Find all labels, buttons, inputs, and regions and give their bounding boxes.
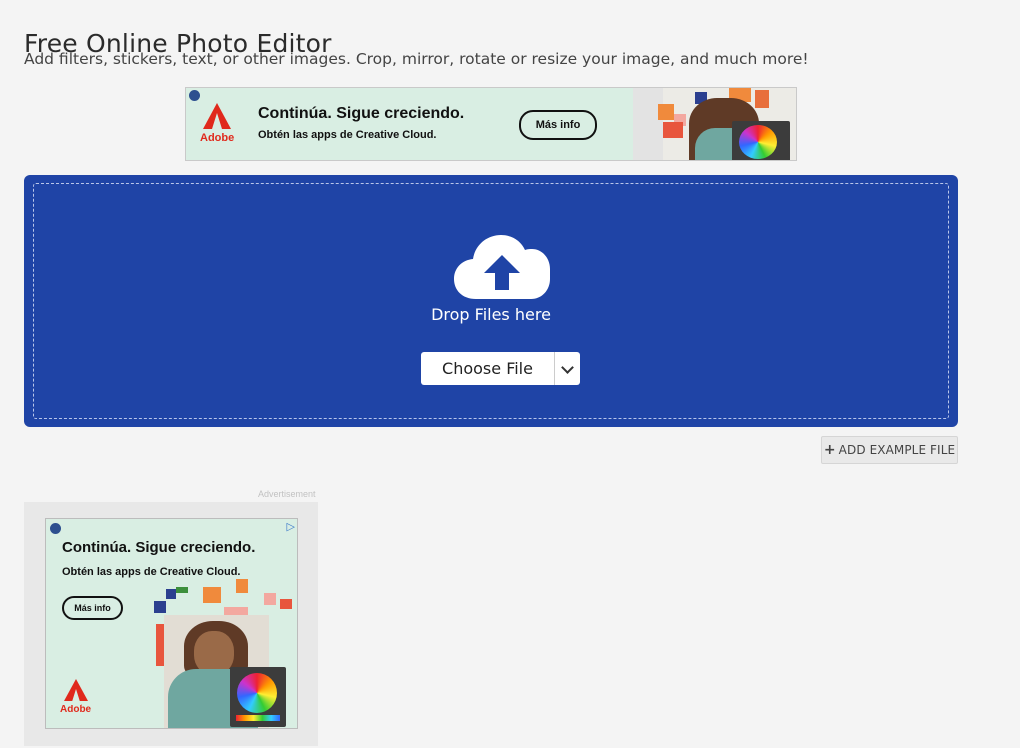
side-ad-photo [154, 579, 297, 728]
banner-ad[interactable]: ▷ Adobe Continúa. Sigue creciendo. Obtén… [185, 87, 797, 161]
add-example-file-label: ADD EXAMPLE FILE [838, 443, 956, 457]
ad-photo [633, 88, 796, 160]
advertisement-label: Advertisement [258, 489, 316, 499]
cloud-upload-icon [454, 235, 550, 299]
adobe-wordmark: Adobe [60, 704, 92, 715]
adobe-logo-icon [203, 103, 232, 129]
choose-file-group: Choose File [421, 352, 580, 385]
side-ad-more-info-button[interactable]: Más info [62, 596, 123, 620]
ad-headline: Continúa. Sigue creciendo. [258, 105, 465, 122]
ad-subline: Obtén las apps de Creative Cloud. [258, 129, 437, 141]
choose-file-dropdown-button[interactable] [554, 352, 580, 385]
side-ad[interactable]: ▷ Continúa. Sigue creciendo. Obtén las a… [45, 518, 298, 729]
side-ad-headline: Continúa. Sigue creciendo. [62, 539, 256, 556]
side-ad-subline: Obtén las apps de Creative Cloud. [62, 566, 241, 578]
adchoices-shield-icon[interactable] [50, 523, 61, 534]
adchoices-shield-icon[interactable] [189, 90, 200, 101]
adchoices-icon[interactable]: ▷ [287, 520, 295, 533]
add-example-file-button[interactable]: + ADD EXAMPLE FILE [821, 436, 958, 464]
page-subtitle: Add filters, stickers, text, or other im… [24, 50, 809, 68]
adobe-logo-icon [63, 679, 88, 705]
choose-file-button[interactable]: Choose File [421, 352, 554, 385]
plus-icon: + [823, 442, 836, 458]
upload-dropzone[interactable]: Drop Files here Choose File [24, 175, 958, 427]
ad-more-info-button[interactable]: Más info [519, 110, 597, 140]
adobe-logo: Adobe [200, 103, 234, 144]
dropzone-border: Drop Files here Choose File [33, 183, 949, 419]
adobe-wordmark: Adobe [200, 132, 235, 144]
drop-files-label: Drop Files here [431, 305, 551, 324]
adobe-logo: Adobe [60, 679, 91, 715]
side-ad-container: ▷ Continúa. Sigue creciendo. Obtén las a… [24, 502, 318, 746]
chevron-down-icon [561, 361, 574, 374]
